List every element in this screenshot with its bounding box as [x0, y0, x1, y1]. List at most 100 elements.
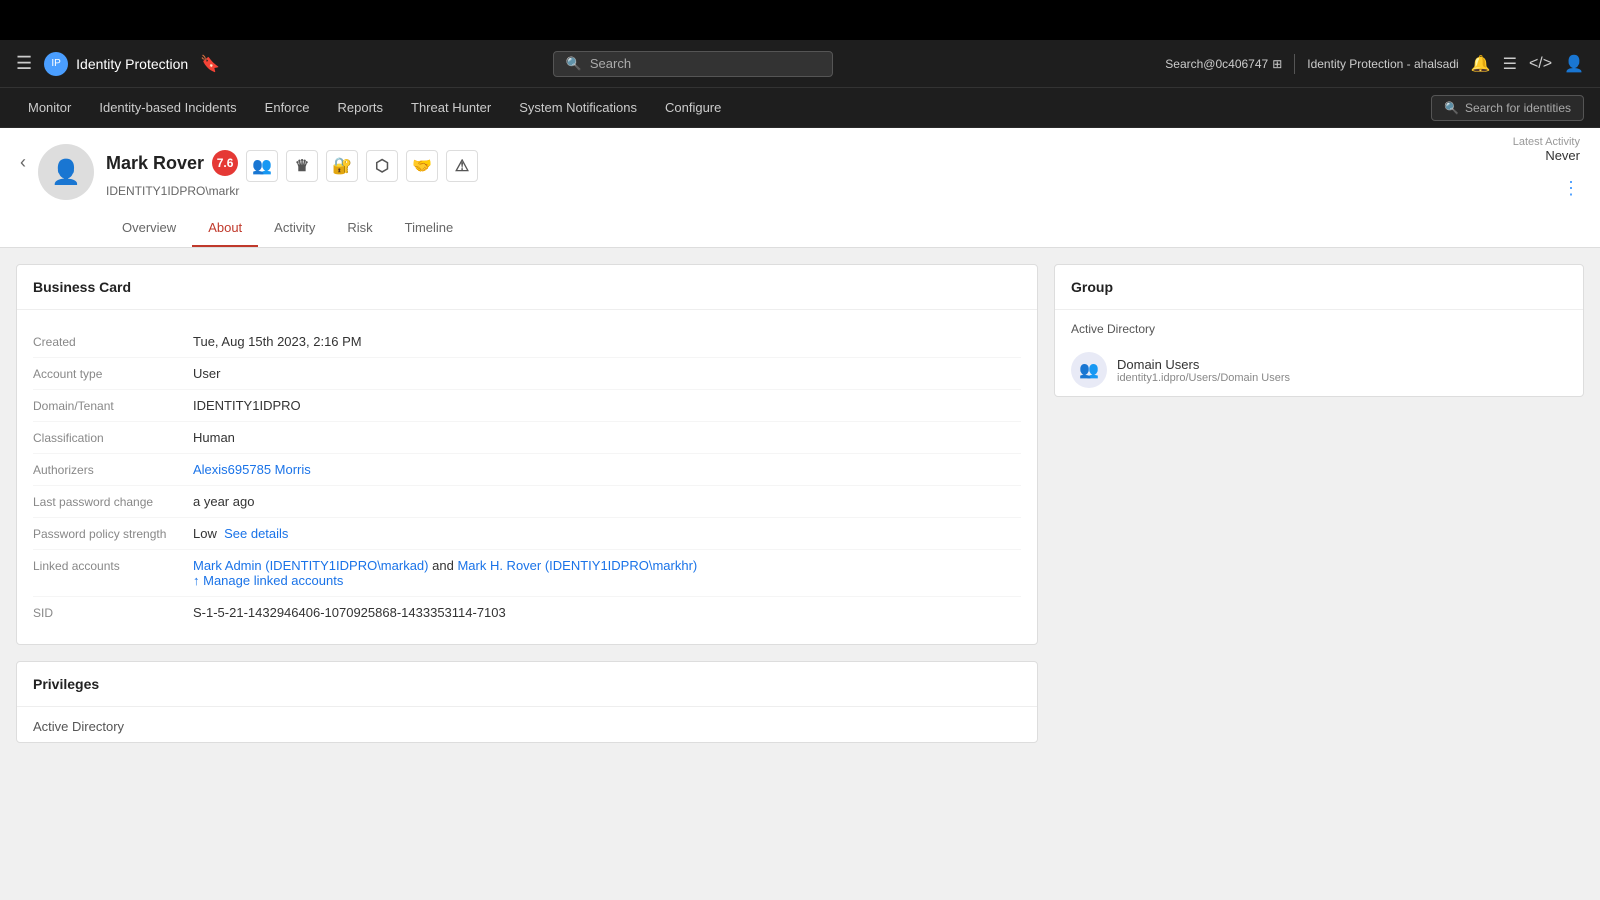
tab-overview[interactable]: Overview [106, 210, 192, 247]
main-left: Business Card Created Tue, Aug 15th 2023… [16, 264, 1038, 743]
search-identities-label: Search for identities [1465, 101, 1571, 115]
latest-activity-label: Latest Activity [1513, 136, 1580, 148]
group-details: Domain Users identity1.idpro/Users/Domai… [1117, 357, 1290, 384]
bc-label-sid: SID [33, 605, 193, 620]
linked-account-1[interactable]: Mark Admin (IDENTITY1IDPRO\markad) [193, 558, 429, 573]
hamburger-menu[interactable]: ☰ [16, 53, 32, 74]
bc-value-password-policy-text: Low [193, 526, 217, 541]
risk-score-badge: 7.6 [212, 150, 238, 176]
menu-threat-hunter[interactable]: Threat Hunter [399, 92, 503, 123]
bc-value-created: Tue, Aug 15th 2023, 2:16 PM [193, 334, 362, 349]
group-item[interactable]: 👥 Domain Users identity1.idpro/Users/Dom… [1055, 344, 1583, 396]
profile-name-text: Mark Rover [106, 153, 204, 174]
bc-label-classification: Classification [33, 430, 193, 445]
search-context[interactable]: Search@0c406747 ⊞ [1165, 57, 1282, 71]
profile-icon-lock[interactable]: 🔐 [326, 150, 358, 182]
search-label: Search [590, 56, 631, 71]
profile-header: ‹ 👤 Mark Rover 7.6 👥 ♛ 🔐 ⬡ 🤝 ⚠ IDENTITY1… [0, 128, 1600, 248]
tab-risk[interactable]: Risk [331, 210, 388, 247]
tab-timeline[interactable]: Timeline [389, 210, 470, 247]
main-right: Group Active Directory 👥 Domain Users id… [1054, 264, 1584, 743]
bc-value-authorizers[interactable]: Alexis695785 Morris [193, 462, 311, 477]
bc-row-password-change: Last password change a year ago [33, 486, 1021, 518]
app-logo: IP Identity Protection [44, 52, 188, 76]
bc-label-linked-accounts: Linked accounts [33, 558, 193, 573]
linked-accounts-and: and [432, 558, 457, 573]
bc-value-sid: S-1-5-21-1432946406-1070925868-143335311… [193, 605, 506, 620]
menu-configure[interactable]: Configure [653, 92, 733, 123]
content-area: ‹ 👤 Mark Rover 7.6 👥 ♛ 🔐 ⬡ 🤝 ⚠ IDENTITY1… [0, 128, 1600, 900]
avatar: 👤 [38, 144, 94, 200]
list-icon[interactable]: ☰ [1503, 54, 1517, 74]
privileges-card: Privileges Active Directory [16, 661, 1038, 743]
bc-value-account-type: User [193, 366, 220, 381]
business-card: Business Card Created Tue, Aug 15th 2023… [16, 264, 1038, 645]
bell-icon[interactable]: 🔔 [1471, 54, 1491, 74]
search-identities-button[interactable]: 🔍 Search for identities [1431, 95, 1584, 121]
menu-monitor[interactable]: Monitor [16, 92, 83, 123]
profile-icon-network[interactable]: ⬡ [366, 150, 398, 182]
profile-tabs: Overview About Activity Risk Timeline [106, 210, 1580, 247]
menu-enforce[interactable]: Enforce [253, 92, 322, 123]
nav-bar: ☰ IP Identity Protection 🔖 🔍 Search Sear… [0, 40, 1600, 88]
bc-value-password-change: a year ago [193, 494, 254, 509]
group-avatar: 👥 [1071, 352, 1107, 388]
menu-reports[interactable]: Reports [325, 92, 395, 123]
search-context-label: Search@0c406747 [1165, 57, 1268, 71]
nav-divider-1 [1294, 54, 1295, 74]
see-details-link[interactable]: See details [224, 526, 288, 541]
back-button[interactable]: ‹ [20, 152, 26, 173]
bc-value-domain: IDENTITY1IDPRO [193, 398, 301, 413]
three-dots-menu[interactable]: ⋮ [1562, 178, 1580, 199]
menu-system-notifications[interactable]: System Notifications [507, 92, 649, 123]
bc-value-classification: Human [193, 430, 235, 445]
tab-about[interactable]: About [192, 210, 258, 247]
profile-icon-hand[interactable]: 🤝 [406, 150, 438, 182]
profile-action-icons: 👥 ♛ 🔐 ⬡ 🤝 ⚠ [246, 150, 478, 182]
bc-value-password-policy: Low See details [193, 526, 288, 541]
latest-activity-value: Never [1513, 148, 1580, 163]
search-identities-icon: 🔍 [1444, 101, 1459, 115]
product-name[interactable]: Identity Protection - ahalsadi [1307, 57, 1458, 71]
global-search-box[interactable]: 🔍 Search [553, 51, 833, 77]
profile-icon-alert[interactable]: ⚠ [446, 150, 478, 182]
bc-row-linked-accounts: Linked accounts Mark Admin (IDENTITY1IDP… [33, 550, 1021, 597]
bc-row-classification: Classification Human [33, 422, 1021, 454]
bc-row-sid: SID S-1-5-21-1432946406-1070925868-14333… [33, 597, 1021, 628]
business-card-body: Created Tue, Aug 15th 2023, 2:16 PM Acco… [17, 310, 1037, 644]
bookmark-icon[interactable]: 🔖 [200, 54, 220, 74]
code-icon[interactable]: </> [1529, 55, 1552, 73]
avatar-icon: 👤 [51, 158, 81, 187]
top-bar [0, 0, 1600, 40]
privileges-card-header: Privileges [17, 662, 1037, 707]
bc-label-domain: Domain/Tenant [33, 398, 193, 413]
main-content: Business Card Created Tue, Aug 15th 2023… [0, 248, 1600, 759]
bc-value-linked-accounts: Mark Admin (IDENTITY1IDPRO\markad) and M… [193, 558, 697, 588]
linked-account-2[interactable]: Mark H. Rover (IDENTIY1IDPRO\markhr) [457, 558, 697, 573]
tab-activity[interactable]: Activity [258, 210, 331, 247]
app-name: Identity Protection [76, 56, 188, 72]
privileges-section-label: Active Directory [17, 707, 1037, 742]
manage-linked-accounts-link[interactable]: ↑ Manage linked accounts [193, 573, 343, 588]
group-path: identity1.idpro/Users/Domain Users [1117, 372, 1290, 384]
user-icon[interactable]: 👤 [1564, 54, 1584, 74]
menu-incidents[interactable]: Identity-based Incidents [87, 92, 248, 123]
bc-row-account-type: Account type User [33, 358, 1021, 390]
profile-name-row: Mark Rover 7.6 👥 ♛ 🔐 ⬡ 🤝 ⚠ [106, 144, 1580, 182]
profile-info: Mark Rover 7.6 👥 ♛ 🔐 ⬡ 🤝 ⚠ IDENTITY1IDPR… [106, 144, 1580, 247]
bc-row-authorizers: Authorizers Alexis695785 Morris [33, 454, 1021, 486]
search-icon: 🔍 [566, 56, 582, 72]
latest-activity: Latest Activity Never [1513, 136, 1580, 163]
grid-icon: ⊞ [1272, 57, 1282, 71]
profile-username: IDENTITY1IDPRO\markr [106, 184, 1580, 198]
nav-search-center: 🔍 Search [232, 51, 1153, 77]
bc-label-password-policy: Password policy strength [33, 526, 193, 541]
bc-row-created: Created Tue, Aug 15th 2023, 2:16 PM [33, 326, 1021, 358]
bc-label-authorizers: Authorizers [33, 462, 193, 477]
business-card-header: Business Card [17, 265, 1037, 310]
bc-row-password-policy: Password policy strength Low See details [33, 518, 1021, 550]
bc-label-account-type: Account type [33, 366, 193, 381]
profile-icon-people[interactable]: 👥 [246, 150, 278, 182]
profile-icon-crown[interactable]: ♛ [286, 150, 318, 182]
group-avatar-icon: 👥 [1079, 360, 1099, 380]
